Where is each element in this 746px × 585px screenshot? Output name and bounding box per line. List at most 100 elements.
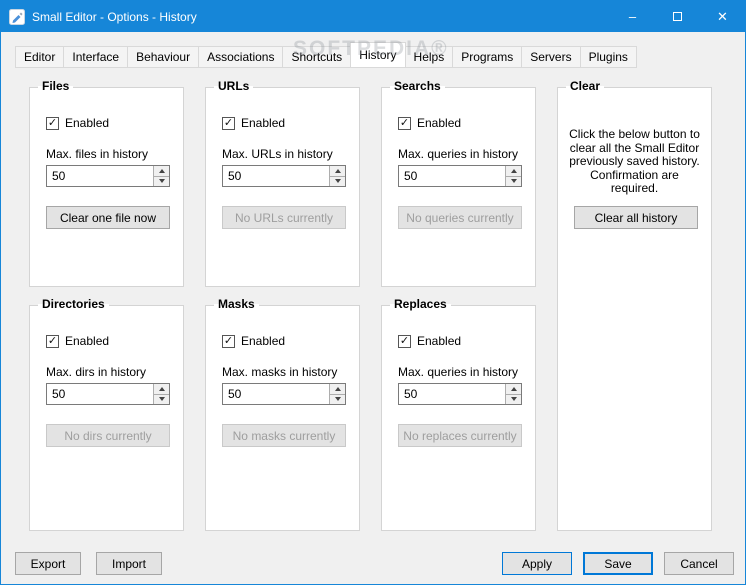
tab-behaviour[interactable]: Behaviour (127, 46, 200, 68)
group-replaces-title: Replaces (390, 297, 451, 311)
group-directories-title: Directories (38, 297, 109, 311)
max-files-input[interactable] (47, 166, 153, 186)
group-masks-title: Masks (214, 297, 259, 311)
save-button[interactable]: Save (583, 552, 653, 575)
group-clear: Clear Click the below button to clear al… (557, 79, 712, 531)
arrow-up-icon (510, 386, 517, 391)
spin-up-button[interactable] (153, 166, 169, 177)
tab-servers[interactable]: Servers (521, 46, 581, 68)
arrow-down-icon (510, 397, 517, 402)
cancel-button[interactable]: Cancel (664, 552, 734, 575)
urls-enabled-checkbox[interactable]: Enabled (222, 116, 285, 130)
max-urls-spinner (222, 165, 346, 187)
minimize-icon: – (628, 9, 637, 24)
max-replaces-input[interactable] (399, 384, 505, 404)
import-button[interactable]: Import (96, 552, 162, 575)
spin-up-button[interactable] (153, 384, 169, 395)
no-urls-button: No URLs currently (222, 206, 346, 229)
tab-plugins[interactable]: Plugins (579, 46, 637, 68)
spinner-buttons (153, 166, 169, 186)
max-masks-label: Max. masks in history (222, 365, 338, 379)
tab-history[interactable]: History (350, 42, 406, 68)
max-replaces-spinner (398, 383, 522, 405)
spin-up-button[interactable] (505, 384, 521, 395)
max-replaces-label: Max. queries in history (398, 365, 519, 379)
clear-all-history-button[interactable]: Clear all history (574, 206, 698, 229)
spinner-buttons (153, 384, 169, 404)
minimize-button[interactable]: – (610, 1, 655, 32)
checkbox-icon (222, 116, 235, 130)
arrow-down-icon (334, 397, 341, 402)
close-button[interactable]: ✕ (700, 1, 745, 32)
tab-interface[interactable]: Interface (63, 46, 129, 68)
arrow-up-icon (158, 386, 165, 391)
directories-enabled-label: Enabled (65, 334, 110, 348)
spin-up-button[interactable] (329, 384, 345, 395)
window-controls: – ✕ (610, 1, 745, 32)
spinner-buttons (329, 166, 345, 186)
tab-shortcuts[interactable]: Shortcuts (282, 46, 352, 68)
group-replaces: Replaces Enabled Max. queries in history… (381, 297, 536, 531)
max-urls-input[interactable] (223, 166, 329, 186)
checkbox-icon (46, 334, 59, 348)
maximize-icon (673, 12, 682, 21)
masks-enabled-label: Enabled (241, 334, 286, 348)
masks-enabled-checkbox[interactable]: Enabled (222, 334, 285, 348)
group-searchs-title: Searchs (390, 79, 445, 93)
spin-down-button[interactable] (153, 176, 169, 186)
searchs-enabled-label: Enabled (417, 116, 462, 130)
arrow-up-icon (158, 168, 165, 173)
export-button[interactable]: Export (15, 552, 81, 575)
app-icon (9, 8, 25, 25)
spinner-buttons (505, 384, 521, 404)
max-files-label: Max. files in history (46, 147, 149, 161)
max-queries-input[interactable] (399, 166, 505, 186)
spin-up-button[interactable] (329, 166, 345, 177)
arrow-down-icon (510, 179, 517, 184)
apply-button[interactable]: Apply (502, 552, 572, 575)
max-queries-spinner (398, 165, 522, 187)
maximize-button[interactable] (655, 1, 700, 32)
group-files: Files Enabled Max. files in history Clea… (29, 79, 184, 287)
no-masks-button: No masks currently (222, 424, 346, 447)
replaces-enabled-checkbox[interactable]: Enabled (398, 334, 461, 348)
files-enabled-label: Enabled (65, 116, 110, 130)
max-files-spinner (46, 165, 170, 187)
clear-description: Click the below button to clear all the … (569, 127, 700, 195)
group-files-title: Files (38, 79, 74, 93)
files-enabled-checkbox[interactable]: Enabled (46, 116, 109, 130)
no-dirs-button: No dirs currently (46, 424, 170, 447)
tab-editor[interactable]: Editor (15, 46, 65, 68)
arrow-up-icon (510, 168, 517, 173)
arrow-down-icon (158, 397, 165, 402)
directories-enabled-checkbox[interactable]: Enabled (46, 334, 109, 348)
tab-associations[interactable]: Associations (198, 46, 284, 68)
spin-down-button[interactable] (153, 394, 169, 404)
group-masks: Masks Enabled Max. masks in history No m… (205, 297, 360, 531)
spinner-buttons (329, 384, 345, 404)
spin-down-button[interactable] (505, 394, 521, 404)
tab-bar: Editor Interface Behaviour Associations … (15, 42, 637, 68)
spin-down-button[interactable] (505, 176, 521, 186)
replaces-enabled-label: Enabled (417, 334, 462, 348)
max-dirs-spinner (46, 383, 170, 405)
spin-down-button[interactable] (329, 394, 345, 404)
spin-up-button[interactable] (505, 166, 521, 177)
clear-one-file-button[interactable]: Clear one file now (46, 206, 170, 229)
no-replaces-button: No replaces currently (398, 424, 522, 447)
tab-programs[interactable]: Programs (452, 46, 523, 68)
max-dirs-input[interactable] (47, 384, 153, 404)
arrow-down-icon (158, 179, 165, 184)
titlebar: Small Editor - Options - History – ✕ (1, 1, 745, 32)
close-icon: ✕ (717, 8, 728, 24)
arrow-up-icon (334, 168, 341, 173)
window-title: Small Editor - Options - History (32, 9, 197, 24)
searchs-enabled-checkbox[interactable]: Enabled (398, 116, 461, 130)
group-searchs: Searchs Enabled Max. queries in history … (381, 79, 536, 287)
spin-down-button[interactable] (329, 176, 345, 186)
group-urls: URLs Enabled Max. URLs in history No URL… (205, 79, 360, 287)
checkbox-icon (46, 116, 59, 130)
tab-helps[interactable]: Helps (404, 46, 454, 68)
checkbox-icon (398, 116, 411, 130)
max-masks-input[interactable] (223, 384, 329, 404)
